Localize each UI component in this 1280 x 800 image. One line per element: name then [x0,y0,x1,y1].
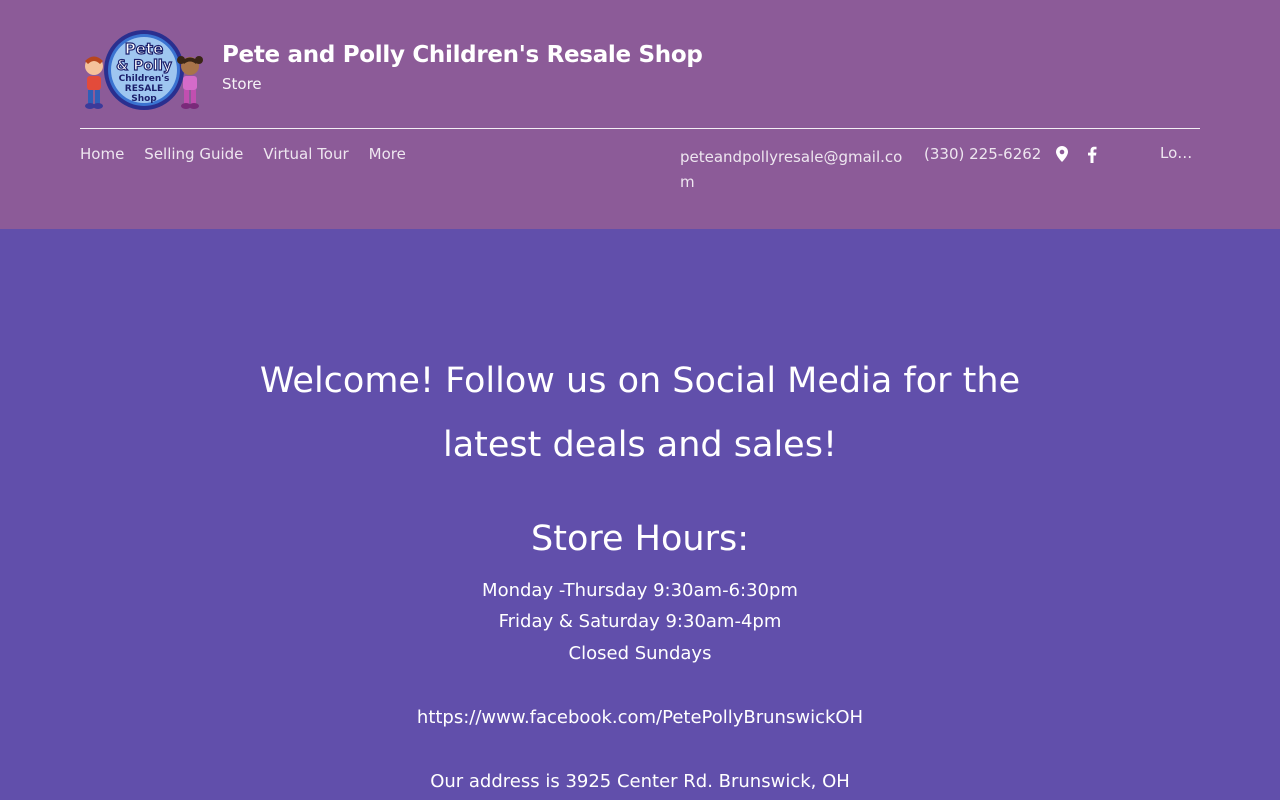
logo-text-5: Shop [131,94,157,104]
site-header: Pete & Polly Children's RESALE Shop Pete… [0,0,1280,229]
site-subtitle: Store [222,75,262,93]
contact-email[interactable]: peteandpollyresale@gmail.com [680,145,905,195]
hours-line-sunday: Closed Sundays [568,643,712,664]
logo-text-2: & Polly [116,58,172,74]
contact-phone[interactable]: (330) 225-6262 [924,145,1041,163]
main-nav: Home Selling Guide Virtual Tour More [80,145,426,163]
facebook-icon[interactable] [1084,144,1100,164]
logo-text-3: Children's [119,74,170,84]
site-title[interactable]: Pete and Polly Children's Resale Shop [222,42,703,68]
logo-text-1: Pete [125,40,164,58]
store-hours-title: Store Hours: [531,519,749,559]
nav-item-virtual-tour[interactable]: Virtual Tour [263,145,348,163]
social-bar [1054,144,1100,164]
hours-line-fri-sat: Friday & Saturday 9:30am-4pm [498,611,782,632]
store-address: Our address is 3925 Center Rd. Brunswick… [430,771,850,792]
logo-text-4: RESALE [125,84,163,94]
hours-line-weekdays: Monday -Thursday 9:30am-6:30pm [482,580,798,601]
nav-item-more[interactable]: More [369,145,406,163]
site-logo[interactable]: Pete & Polly Children's RESALE Shop [80,28,208,112]
map-pin-icon[interactable] [1054,144,1070,164]
facebook-link[interactable]: https://www.facebook.com/PetePollyBrunsw… [0,707,1280,728]
nav-item-home[interactable]: Home [80,145,124,163]
nav-item-selling-guide[interactable]: Selling Guide [144,145,243,163]
login-button[interactable]: Log In [1160,144,1200,162]
main-content: Welcome! Follow us on Social Media for t… [0,229,1280,800]
welcome-heading: Welcome! Follow us on Social Media for t… [259,361,1021,465]
header-divider [80,128,1200,129]
